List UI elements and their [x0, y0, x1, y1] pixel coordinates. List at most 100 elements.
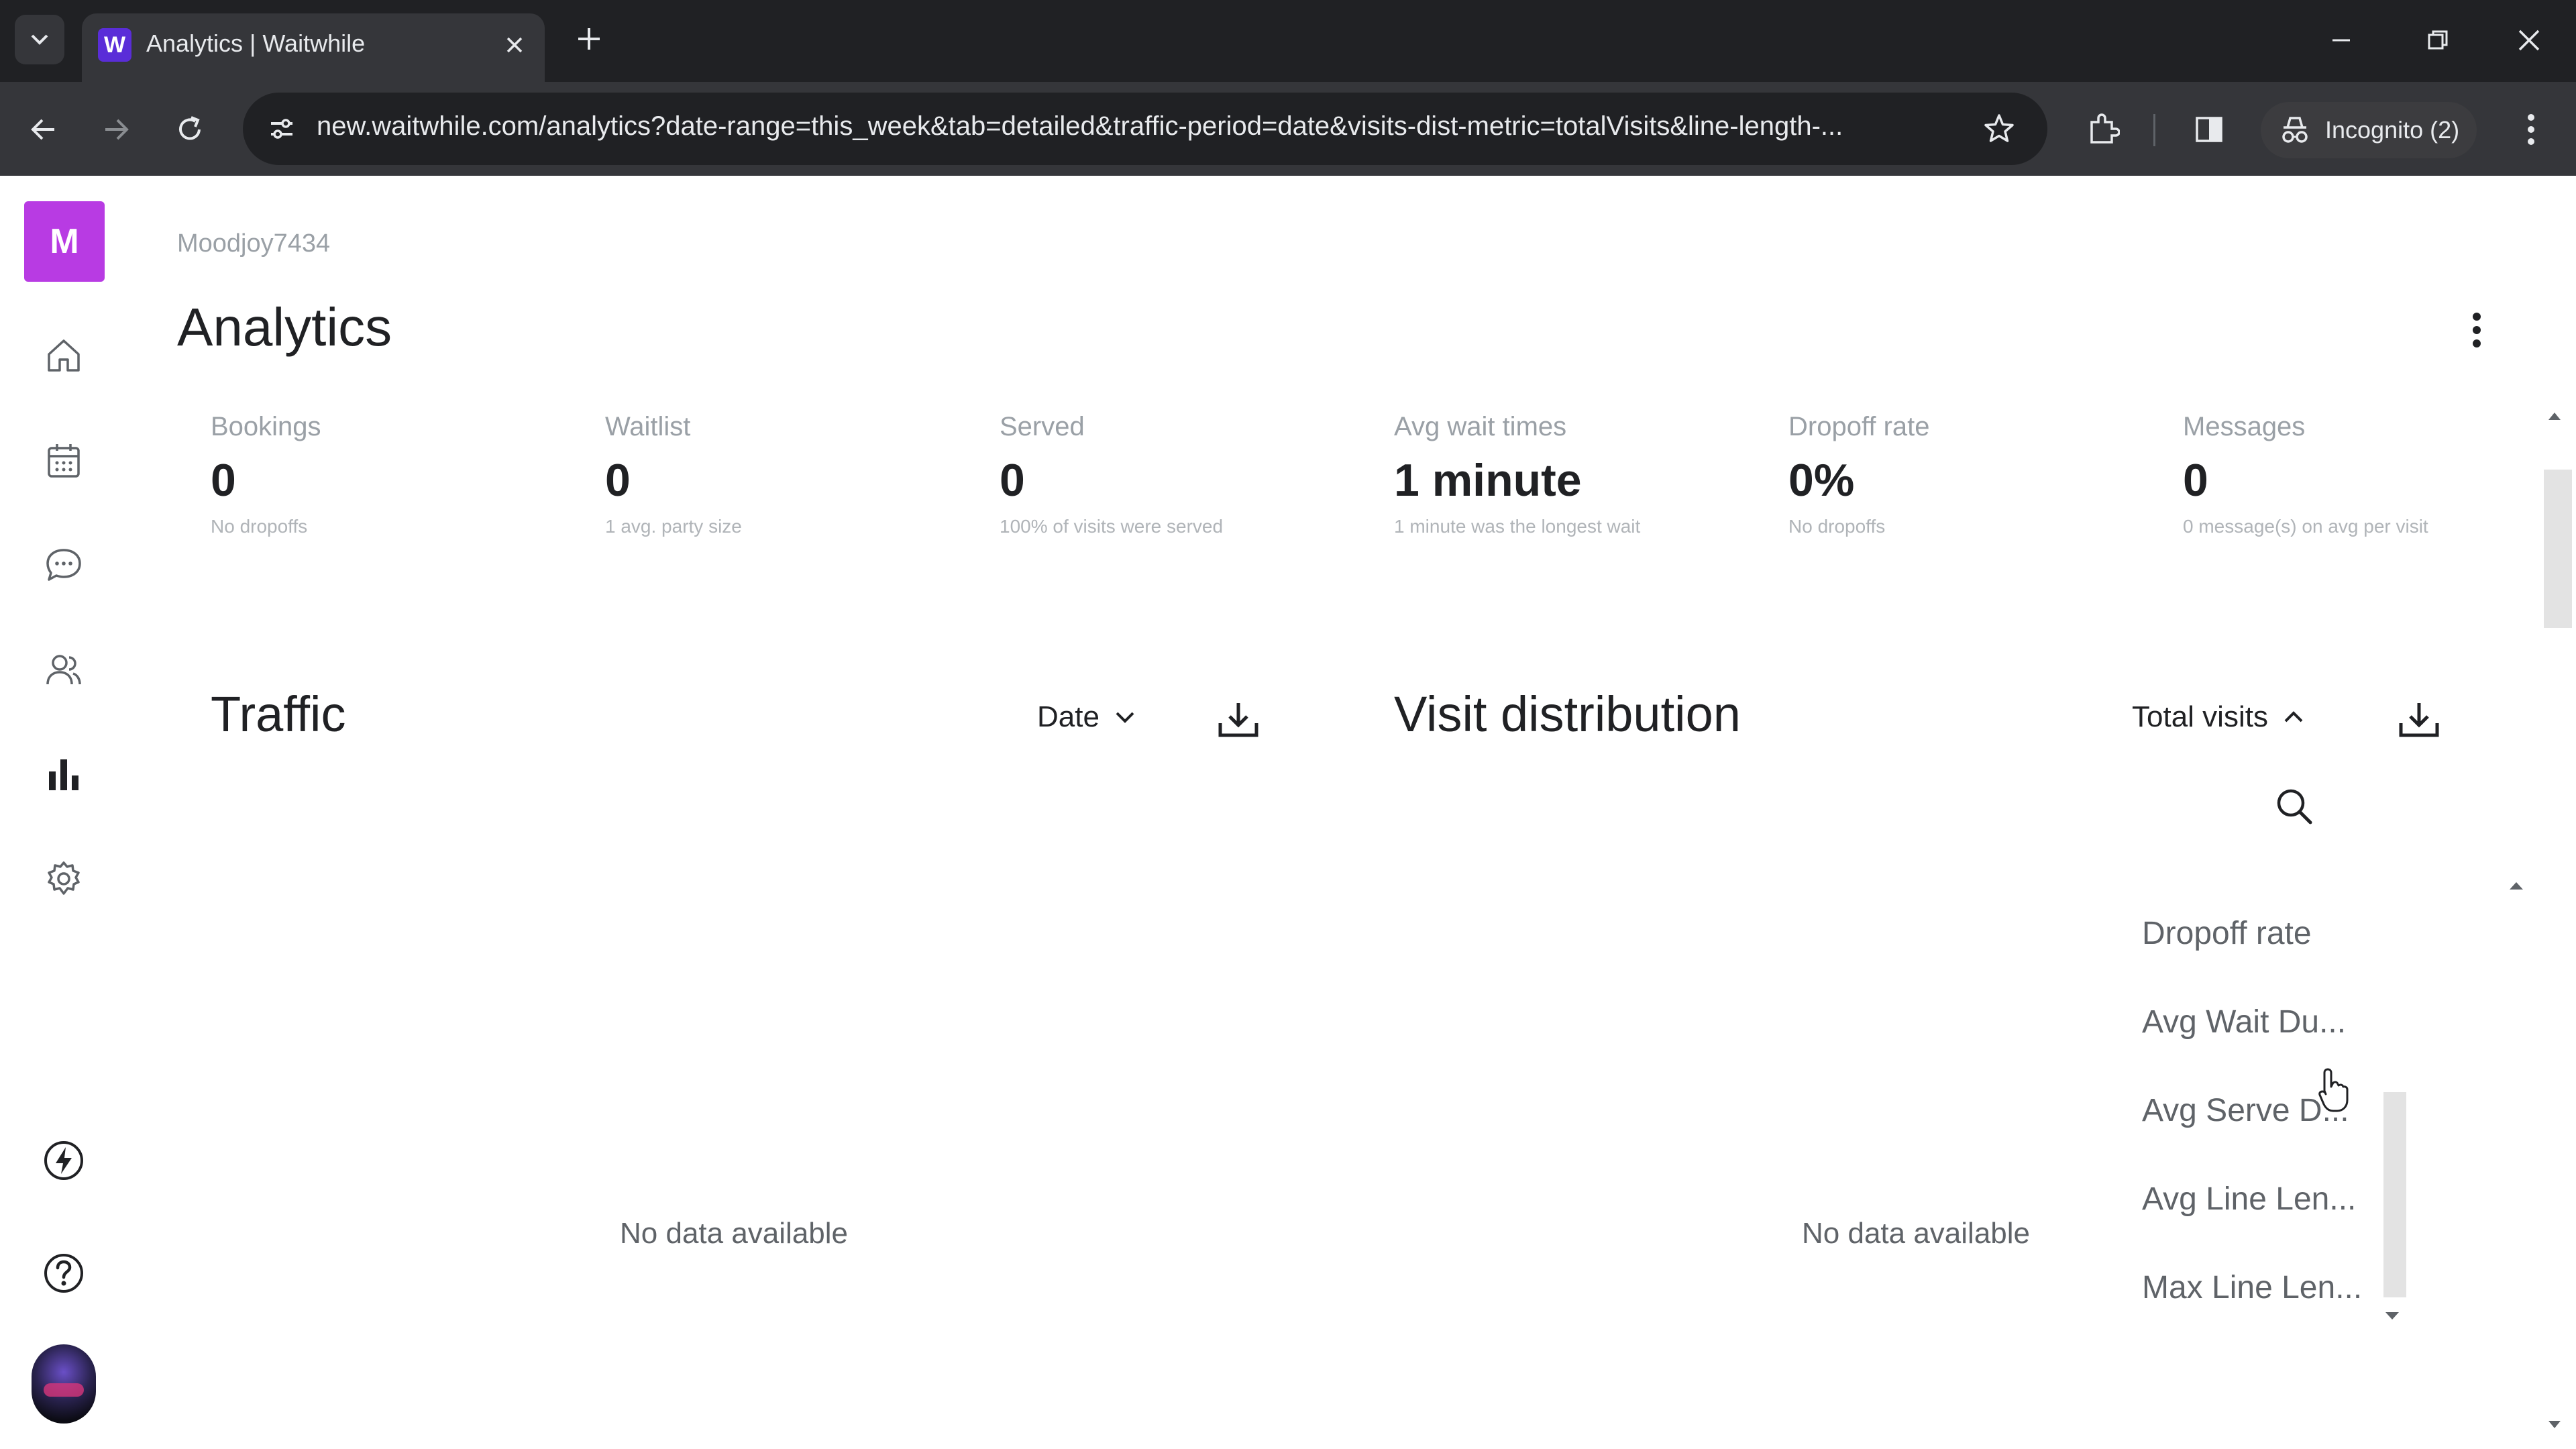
incognito-indicator[interactable]: Incognito (2): [2261, 102, 2477, 158]
sidebar-item-settings[interactable]: [37, 852, 91, 906]
minimize-window-button[interactable]: [2314, 13, 2368, 67]
plus-icon: [578, 28, 600, 50]
analytics-icon: [49, 759, 78, 790]
sidebar: M: [0, 176, 127, 1449]
stat-waitlist: Waitlist 0 1 avg. party size: [605, 412, 887, 541]
visit-metric-menu: Dropoff rate Avg Wait Du... Avg Serve D.…: [2120, 176, 2549, 1320]
traffic-period-dropdown[interactable]: Date: [1037, 700, 1136, 734]
menu-item-avg-serve-duration[interactable]: Avg Serve D...: [2142, 1092, 2397, 1129]
stat-value: 0: [1000, 455, 1025, 506]
close-icon: [506, 37, 523, 53]
sidebar-item-analytics[interactable]: [37, 747, 91, 801]
stat-value: 0: [605, 455, 631, 506]
menu-item-avg-line-length[interactable]: Avg Line Len...: [2142, 1181, 2397, 1218]
sidebar-item-home[interactable]: [37, 329, 91, 382]
restore-window-button[interactable]: [2411, 13, 2465, 67]
star-icon: [1984, 114, 2014, 142]
tab-close-button[interactable]: [498, 28, 531, 62]
sidebar-item-bookings[interactable]: [37, 433, 91, 487]
tune-icon: [271, 119, 292, 139]
arrow-left-icon: [31, 119, 54, 140]
visit-distribution-empty-state: No data available: [1802, 1217, 2031, 1250]
lightning-icon: [44, 1141, 83, 1180]
user-avatar[interactable]: [32, 1344, 96, 1424]
new-tab-button[interactable]: [568, 17, 610, 60]
sidebar-item-whats-new[interactable]: [37, 1134, 91, 1187]
stat-label: Served: [1000, 412, 1085, 441]
page-scroll-down-icon[interactable]: [2546, 1419, 2563, 1430]
restore-icon: [2428, 30, 2448, 50]
stat-subtext: 1 avg. party size: [605, 516, 742, 537]
sidebar-item-customers[interactable]: [37, 643, 91, 696]
incognito-label: Incognito (2): [2325, 116, 2460, 144]
sidebar-item-help[interactable]: [37, 1246, 91, 1300]
menu-scroll-up-icon[interactable]: [2508, 880, 2525, 891]
puzzle-icon: [2090, 113, 2120, 144]
calendar-icon: [48, 444, 80, 478]
browser-tab-active[interactable]: W Analytics | Waitwhile: [82, 13, 545, 82]
stat-label: Avg wait times: [1394, 412, 1567, 441]
hand-cursor-icon: [2318, 1068, 2349, 1112]
url-text: new.waitwhile.com/analytics?date-range=t…: [317, 111, 1843, 141]
stat-avg-wait-times: Avg wait times 1 minute 1 minute was the…: [1394, 412, 1676, 541]
extensions-button[interactable]: [2078, 105, 2128, 154]
people-icon: [46, 655, 81, 685]
site-info-button[interactable]: [258, 105, 306, 153]
tab-search-button[interactable]: [15, 15, 64, 64]
browser-tabstrip: W Analytics | Waitwhile: [0, 0, 2576, 82]
side-panel-button[interactable]: [2184, 105, 2234, 154]
more-vertical-icon: [2528, 114, 2534, 145]
incognito-icon: [2282, 117, 2308, 143]
workspace-logo[interactable]: M: [24, 201, 105, 282]
stat-bookings: Bookings 0 No dropoffs: [211, 412, 492, 541]
browser-toolbar: new.waitwhile.com/analytics?date-range=t…: [0, 82, 2576, 176]
search-icon: [2277, 789, 2312, 824]
back-button[interactable]: [19, 105, 68, 154]
tab-title: Analytics | Waitwhile: [146, 30, 366, 57]
forward-button[interactable]: [91, 105, 141, 154]
menu-search-button[interactable]: [2267, 780, 2321, 833]
menu-item-max-line-length[interactable]: Max Line Len...: [2142, 1269, 2397, 1306]
page-scrollbar-thumb[interactable]: [2544, 470, 2572, 628]
address-bar[interactable]: new.waitwhile.com/analytics?date-range=t…: [243, 93, 2047, 165]
sidebar-item-messages[interactable]: [37, 538, 91, 592]
stat-subtext: 100% of visits were served: [1000, 516, 1224, 537]
traffic-title: Traffic: [211, 686, 346, 742]
traffic-empty-state: No data available: [620, 1217, 849, 1250]
waitwhile-app: M Moodjoy7434 Analytics Bookings 0 No dr…: [0, 176, 2576, 1449]
toolbar-separator: [2153, 114, 2155, 146]
menu-item-avg-wait-duration[interactable]: Avg Wait Du...: [2142, 1004, 2397, 1040]
home-icon: [48, 339, 80, 372]
visit-distribution-title: Visit distribution: [1394, 686, 1741, 742]
browser-menu-button[interactable]: [2506, 105, 2556, 154]
close-icon: [2518, 30, 2540, 51]
reload-icon: [179, 116, 201, 140]
minimize-icon: [2332, 39, 2350, 42]
help-icon: [44, 1254, 83, 1293]
traffic-period-label: Date: [1037, 700, 1099, 733]
reload-button[interactable]: [165, 105, 215, 154]
stat-value: 1 minute: [1394, 455, 1582, 506]
page-title: Analytics: [177, 297, 392, 357]
menu-scrollbar-thumb[interactable]: [2383, 1092, 2406, 1297]
stat-subtext: No dropoffs: [1788, 516, 1886, 537]
chevron-down-icon: [31, 34, 48, 45]
stat-dropoff-rate: Dropoff rate 0% No dropoffs: [1788, 412, 2070, 541]
side-panel-icon: [2196, 117, 2222, 142]
settings-icon: [48, 861, 80, 895]
stat-value: 0: [211, 455, 236, 506]
stat-served: Served 0 100% of visits were served: [1000, 412, 1281, 541]
account-name: Moodjoy7434: [177, 229, 331, 258]
menu-item-dropoff-rate[interactable]: Dropoff rate: [2142, 915, 2397, 952]
chevron-down-icon: [1116, 712, 1134, 723]
page-scroll-up-icon[interactable]: [2546, 411, 2563, 421]
close-window-button[interactable]: [2502, 13, 2556, 67]
stat-subtext: 1 minute was the longest wait: [1394, 516, 1641, 537]
stat-subtext: No dropoffs: [211, 516, 308, 537]
avatar-image-detail: [44, 1383, 84, 1397]
traffic-download-button[interactable]: [1212, 692, 1265, 746]
bookmark-button[interactable]: [1978, 107, 2021, 150]
stat-label: Waitlist: [605, 412, 691, 441]
waitwhile-favicon-icon: W: [98, 28, 131, 62]
menu-scroll-down-icon[interactable]: [2383, 1311, 2401, 1322]
